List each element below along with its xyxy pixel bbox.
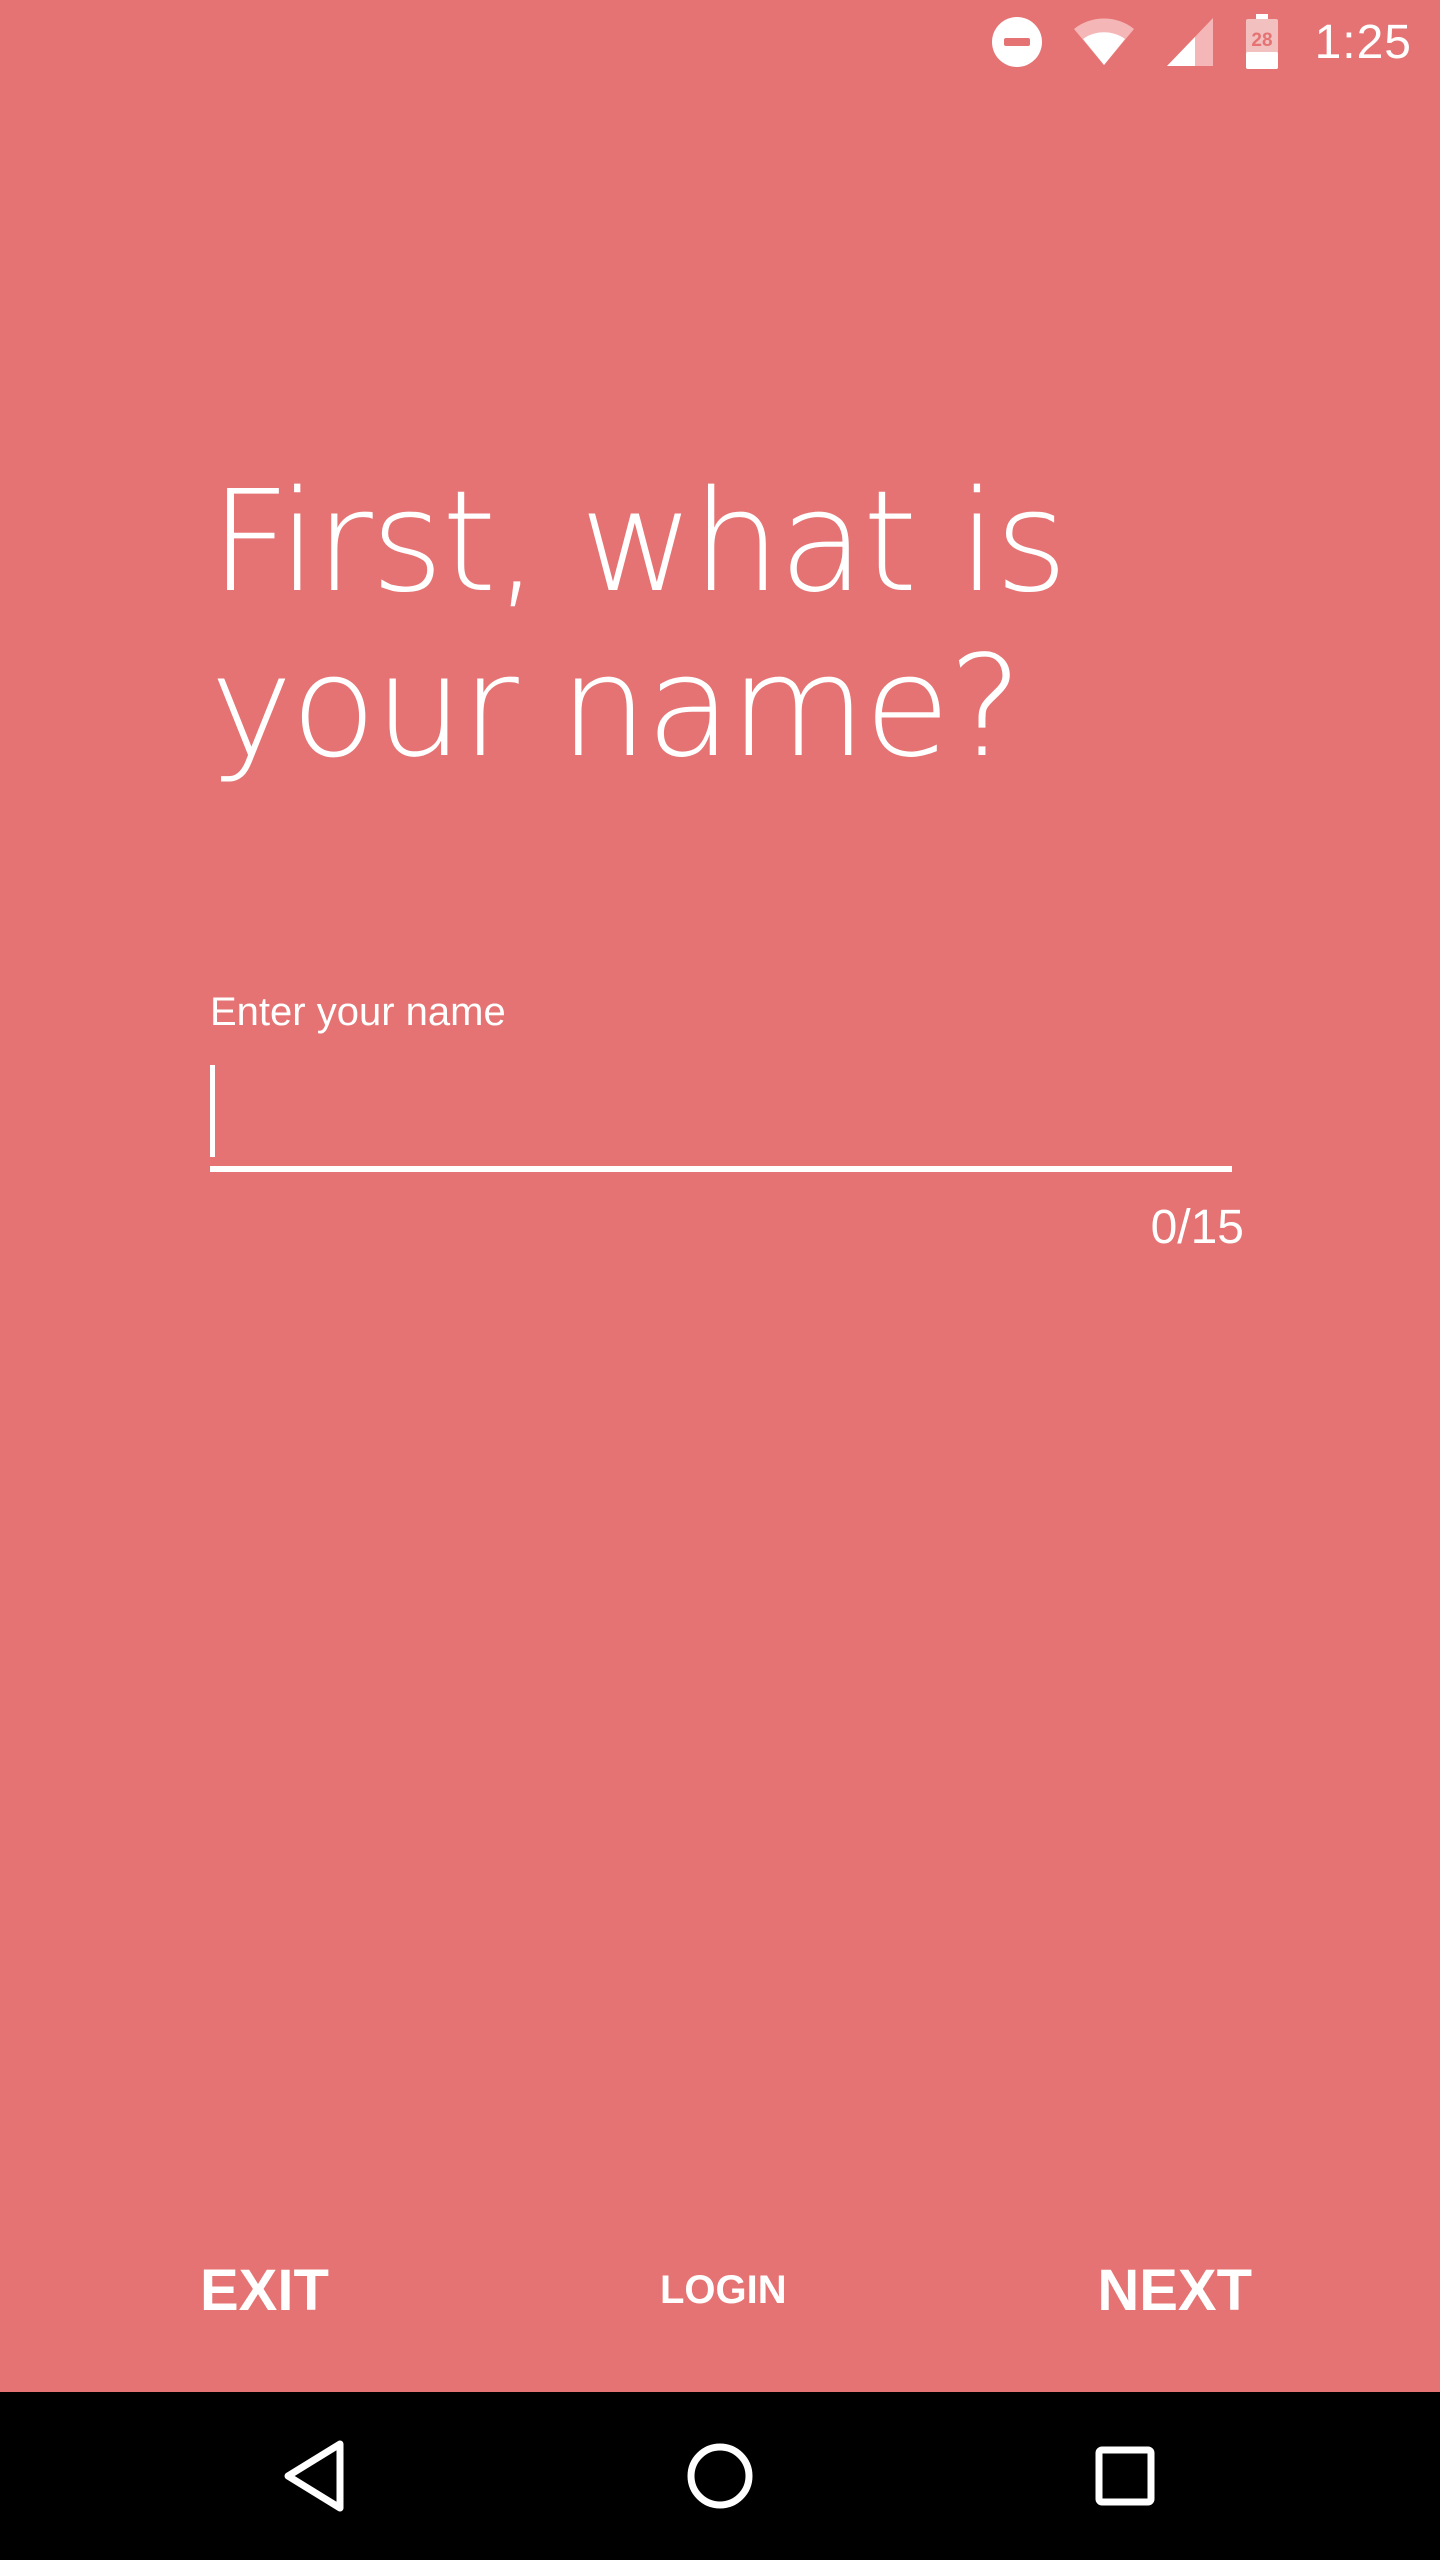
page-title: First, what is your name?	[210, 460, 1110, 790]
exit-button[interactable]: EXIT	[200, 2245, 329, 2335]
title-line-2: your name?	[210, 626, 1023, 789]
name-input[interactable]	[210, 1065, 1232, 1165]
character-counter: 0/15	[1150, 1201, 1244, 1254]
recents-icon[interactable]	[1075, 2426, 1175, 2526]
back-icon[interactable]	[265, 2426, 365, 2526]
cell-signal-icon	[1165, 16, 1215, 68]
status-icons: 28 1:25	[991, 12, 1412, 72]
onboarding-screen: 28 1:25 First, what is your name? Enter …	[0, 0, 1440, 2560]
title-line-1: First, what is	[210, 461, 1068, 624]
home-icon[interactable]	[670, 2426, 770, 2526]
do-not-disturb-icon	[991, 16, 1043, 68]
login-button[interactable]: LOGIN	[660, 2245, 787, 2335]
wifi-icon	[1073, 17, 1135, 67]
name-field-label: Enter your name	[210, 990, 506, 1034]
next-button[interactable]: NEXT	[1097, 2245, 1252, 2335]
status-bar: 28 1:25	[0, 0, 1440, 84]
status-time: 1:25	[1314, 15, 1412, 69]
battery-level-text: 28	[1251, 30, 1272, 51]
navigation-bar	[0, 2392, 1440, 2560]
action-bar: EXIT LOGIN NEXT	[0, 2245, 1440, 2345]
name-field[interactable]	[210, 1065, 1232, 1175]
name-field-underline	[210, 1166, 1232, 1172]
text-cursor	[210, 1065, 215, 1157]
battery-icon: 28	[1245, 14, 1279, 70]
